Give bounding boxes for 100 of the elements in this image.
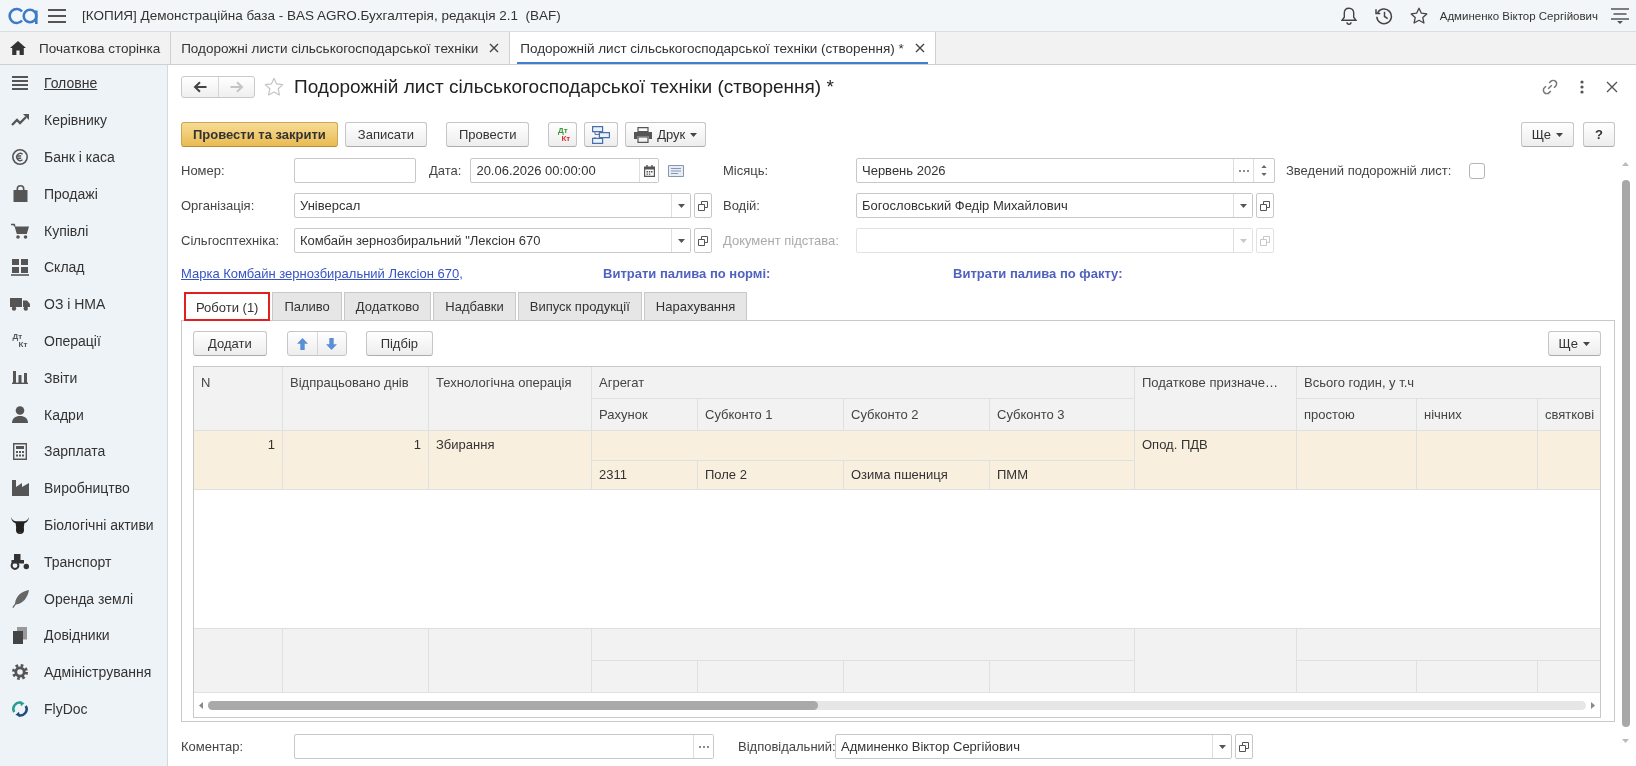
sidebar-item[interactable]: Склад (0, 249, 167, 286)
star-icon[interactable] (1409, 6, 1428, 25)
arrow-up-icon (296, 337, 308, 350)
calculator-icon (13, 442, 27, 460)
toolbar-button[interactable]: Провести (445, 122, 530, 147)
sidebar-item[interactable]: Дт Кт Операції (0, 322, 167, 360)
down-triangle-icon (1261, 173, 1267, 177)
sidebar-item[interactable]: Головне (0, 65, 167, 102)
field-label: Номер: (181, 163, 226, 178)
caret-icon (1239, 203, 1247, 208)
caret-icon (1583, 341, 1590, 346)
sidebar-item[interactable]: Зарплата (0, 432, 167, 470)
sidebar-item[interactable]: Оренда землі (0, 580, 167, 617)
table-cell: Опод. ПДВ (1135, 431, 1297, 490)
sidebar-item[interactable]: Виробництво (0, 469, 167, 507)
select-field[interactable]: Універсал (294, 193, 691, 218)
select-field[interactable]: Богословський Федір Михайлович (856, 193, 1253, 218)
select-field[interactable]: Админенко Віктор Сергійович (835, 734, 1232, 759)
open-button[interactable] (694, 228, 712, 253)
ellipsis-icon (1238, 169, 1249, 172)
user-name[interactable]: Админенко Віктор Сергійович (1439, 9, 1598, 22)
sidebar-item[interactable]: Керівнику (0, 101, 167, 139)
help-button[interactable]: ? (1583, 122, 1615, 147)
structure-button[interactable] (584, 122, 619, 147)
scrollbar-track[interactable] (208, 700, 1586, 710)
trend-icon (11, 114, 29, 127)
circular-arrows-icon (12, 700, 28, 717)
dropdown-button[interactable] (1233, 194, 1252, 217)
open-button[interactable] (1256, 193, 1274, 218)
input-field[interactable] (294, 734, 714, 759)
add-button[interactable]: Додати (193, 331, 267, 356)
sidebar-item[interactable]: Кадри (0, 396, 167, 433)
tab[interactable]: Нарахування (643, 292, 748, 320)
tab[interactable]: Надбавки (433, 292, 516, 320)
bell-icon[interactable] (1340, 6, 1357, 25)
tab[interactable]: Додатково (343, 292, 432, 320)
pick-button[interactable]: Підбір (365, 331, 434, 356)
link[interactable]: Марка Комбайн зернозбиральний Лексіон 670, (181, 265, 463, 281)
sidebar-item[interactable]: Довідники (0, 616, 167, 654)
tractor-icon (10, 553, 30, 570)
sidebar-item[interactable]: Біологічні активи (0, 506, 167, 544)
open-button[interactable] (1235, 734, 1253, 759)
printer-icon (634, 126, 653, 143)
sidebar-item[interactable]: Транспорт (0, 543, 167, 581)
dropdown-button[interactable] (671, 229, 690, 252)
tab[interactable]: Паливо (272, 292, 342, 320)
toolbar-button[interactable]: Записати (344, 122, 427, 147)
close-icon[interactable] (1606, 81, 1618, 93)
column-header[interactable]: Агрегат (592, 367, 1135, 399)
date-field[interactable]: 20.06.2026 00:00:00 (470, 158, 660, 183)
history-icon[interactable] (1374, 6, 1393, 25)
post-and-close-button[interactable]: Провести та закрити (181, 122, 338, 147)
print-button[interactable]: Друк (625, 122, 707, 147)
debit-credit-button[interactable]: Дт Кт (548, 122, 578, 147)
left-triangle-icon[interactable] (199, 701, 203, 709)
link-icon[interactable] (1542, 79, 1558, 95)
ellipsis-icon (698, 745, 709, 748)
menu-icon[interactable] (1611, 7, 1629, 24)
section-label: Витрати палива по нормі: (603, 265, 771, 281)
sidebar-item[interactable]: Банк і каса (0, 138, 167, 176)
tab[interactable]: Подорожній лист сільськогосподарської техніки (створення) * (510, 32, 936, 64)
dropdown-button[interactable] (1212, 735, 1231, 758)
table-cell: ПММ (990, 461, 1135, 490)
table-cell: Поле 2 (698, 461, 844, 490)
more-button[interactable]: Ще (1547, 331, 1601, 356)
input-field[interactable] (294, 158, 416, 183)
close-icon[interactable] (914, 43, 925, 53)
more-button[interactable]: Ще (1520, 122, 1575, 147)
back-arrow-icon (193, 81, 207, 93)
right-triangle-icon[interactable] (1591, 701, 1595, 709)
open-button[interactable] (694, 193, 712, 218)
list-icon (12, 76, 28, 91)
sidebar-item[interactable]: Адміністрування (0, 653, 167, 691)
tab[interactable]: Роботи (1) (184, 292, 271, 321)
caret-icon (1218, 744, 1226, 749)
more-icon[interactable] (1580, 80, 1584, 94)
sidebar-item[interactable]: Продажі (0, 175, 167, 213)
dropdown-button[interactable] (671, 194, 690, 217)
close-icon[interactable] (489, 43, 500, 53)
menu-icon[interactable] (48, 8, 66, 23)
calendar-button[interactable] (639, 159, 659, 182)
scrollbar-thumb[interactable] (1621, 180, 1630, 727)
checkbox[interactable] (1469, 162, 1486, 179)
sidebar-item[interactable]: Купівлі (0, 212, 167, 249)
sidebar-item[interactable]: FlyDoc (0, 690, 167, 728)
sidebar-item[interactable]: Звіти (0, 359, 167, 397)
choose-button[interactable] (693, 735, 713, 758)
tab[interactable]: Початкова сторінка (0, 32, 172, 64)
tab[interactable]: Випуск продукції (517, 292, 642, 320)
field-label: Сільгосптехніка: (181, 233, 280, 248)
note-icon[interactable] (668, 164, 685, 177)
caret-icon (1239, 238, 1247, 243)
column-header[interactable]: Всього годин, у т.ч (1297, 367, 1600, 399)
scrollbar-thumb[interactable] (208, 700, 818, 710)
logo-icon[interactable] (8, 6, 39, 25)
table-row[interactable]: 1 1 Збирання Опод. ПДВ 2311 Поле 2 Озима пшениця ПММ (194, 431, 1600, 490)
documents-icon (13, 626, 27, 644)
select-field[interactable]: Комбайн зернозбиральний "Лексіон 670 (294, 228, 691, 253)
sidebar-item[interactable]: ОЗ і НМА (0, 285, 167, 323)
period-field[interactable]: Червень 2026 (856, 158, 1275, 183)
